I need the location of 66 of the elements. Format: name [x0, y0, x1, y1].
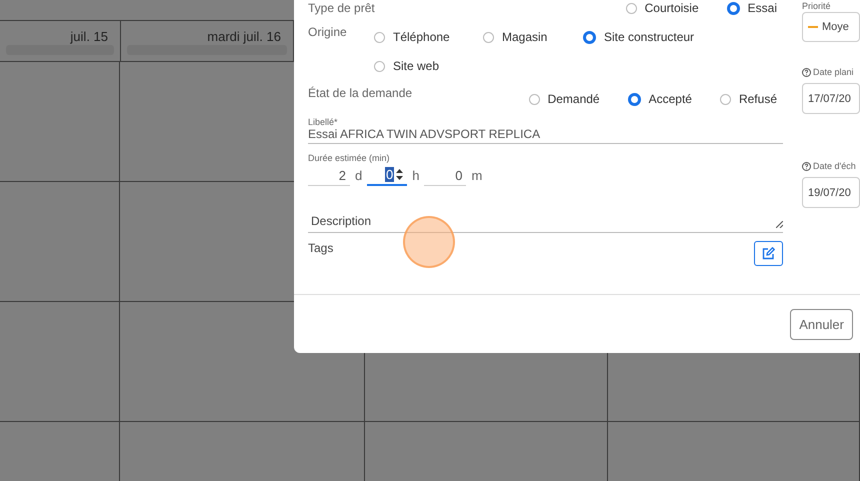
unit-label: m: [471, 168, 482, 185]
option-label: Magasin: [502, 30, 548, 44]
unit-label: h: [412, 168, 420, 185]
help-icon: [802, 162, 811, 170]
radio-button[interactable]: [726, 2, 740, 14]
cancel-button[interactable]: Annuler: [790, 309, 853, 340]
days-input[interactable]: 2: [308, 166, 350, 186]
placeholder-text: Description: [311, 214, 372, 228]
radio-button[interactable]: [626, 2, 637, 14]
click-indicator: [403, 216, 455, 268]
option-label: Site web: [393, 59, 440, 73]
radio-button[interactable]: [374, 32, 385, 42]
radio-option[interactable]: Site constructeur: [583, 30, 694, 44]
radio-button[interactable]: [720, 94, 731, 104]
minutes-input[interactable]: 0: [424, 166, 466, 186]
field-label: Date d'éch: [813, 161, 856, 171]
calendar-cell[interactable]: [0, 302, 120, 422]
description-field[interactable]: Description: [308, 208, 783, 233]
option-label: Essai: [748, 1, 777, 15]
option-label: Téléphone: [393, 30, 450, 44]
hours-input[interactable]: 0: [367, 165, 408, 186]
date-value: 19/07/20: [808, 186, 851, 198]
radio-button[interactable]: [483, 32, 494, 42]
radio-option[interactable]: Magasin: [483, 30, 583, 44]
field-label: Date plani: [813, 67, 854, 77]
radio-option[interactable]: Accepté: [628, 92, 692, 106]
option-label: Refusé: [738, 92, 777, 106]
calendar-cell[interactable]: [0, 62, 120, 182]
radio-option[interactable]: Site web: [374, 59, 474, 73]
help-icon: [802, 68, 811, 76]
radio-button[interactable]: [528, 94, 540, 104]
radio-button[interactable]: [374, 60, 385, 72]
field-value: Essai AFRICA TWIN ADVSPORT REPLICA: [308, 127, 542, 143]
edit-icon: [762, 247, 775, 260]
date-input[interactable]: 17/07/20: [802, 83, 860, 114]
select-value: Moye: [822, 21, 849, 33]
radio-option[interactable]: Demandé: [528, 92, 600, 106]
day-label: mardi juil. 16: [207, 29, 281, 44]
field-label: État de la demande: [308, 86, 412, 100]
option-label: Accepté: [648, 92, 692, 106]
field-label: Origine: [308, 25, 348, 39]
unit-label: d: [355, 168, 362, 185]
field-label: Libellé*: [308, 117, 339, 127]
option-label: Site constructeur: [604, 30, 694, 44]
edit-tags-button[interactable]: [754, 241, 783, 266]
radio-option[interactable]: Téléphone: [374, 30, 483, 44]
date-value: 17/07/20: [808, 92, 851, 104]
field-label: Durée estimée (min): [308, 153, 391, 163]
field-label: Tags: [308, 241, 334, 255]
radio-option[interactable]: Refusé: [720, 92, 777, 106]
spinner-icon[interactable]: [396, 169, 404, 180]
date-input[interactable]: 19/07/20: [802, 177, 860, 208]
field-label: Priorité: [802, 1, 832, 11]
calendar-cell[interactable]: [0, 182, 120, 302]
radio-button[interactable]: [583, 30, 596, 44]
resize-handle-icon[interactable]: [776, 221, 783, 228]
option-label: Demandé: [548, 92, 600, 106]
radio-option[interactable]: Courtoisie: [626, 1, 699, 15]
radio-button[interactable]: [628, 92, 641, 106]
text-field[interactable]: Libellé* Essai AFRICA TWIN ADVSPORT REPLICA: [308, 117, 783, 144]
field-label: Type de prêt: [308, 1, 375, 15]
day-label: juil. 15: [70, 29, 108, 44]
priority-select[interactable]: Moye: [802, 12, 860, 42]
dash-icon: [808, 26, 818, 28]
option-label: Courtoisie: [644, 1, 699, 15]
radio-option[interactable]: Essai: [726, 1, 777, 15]
